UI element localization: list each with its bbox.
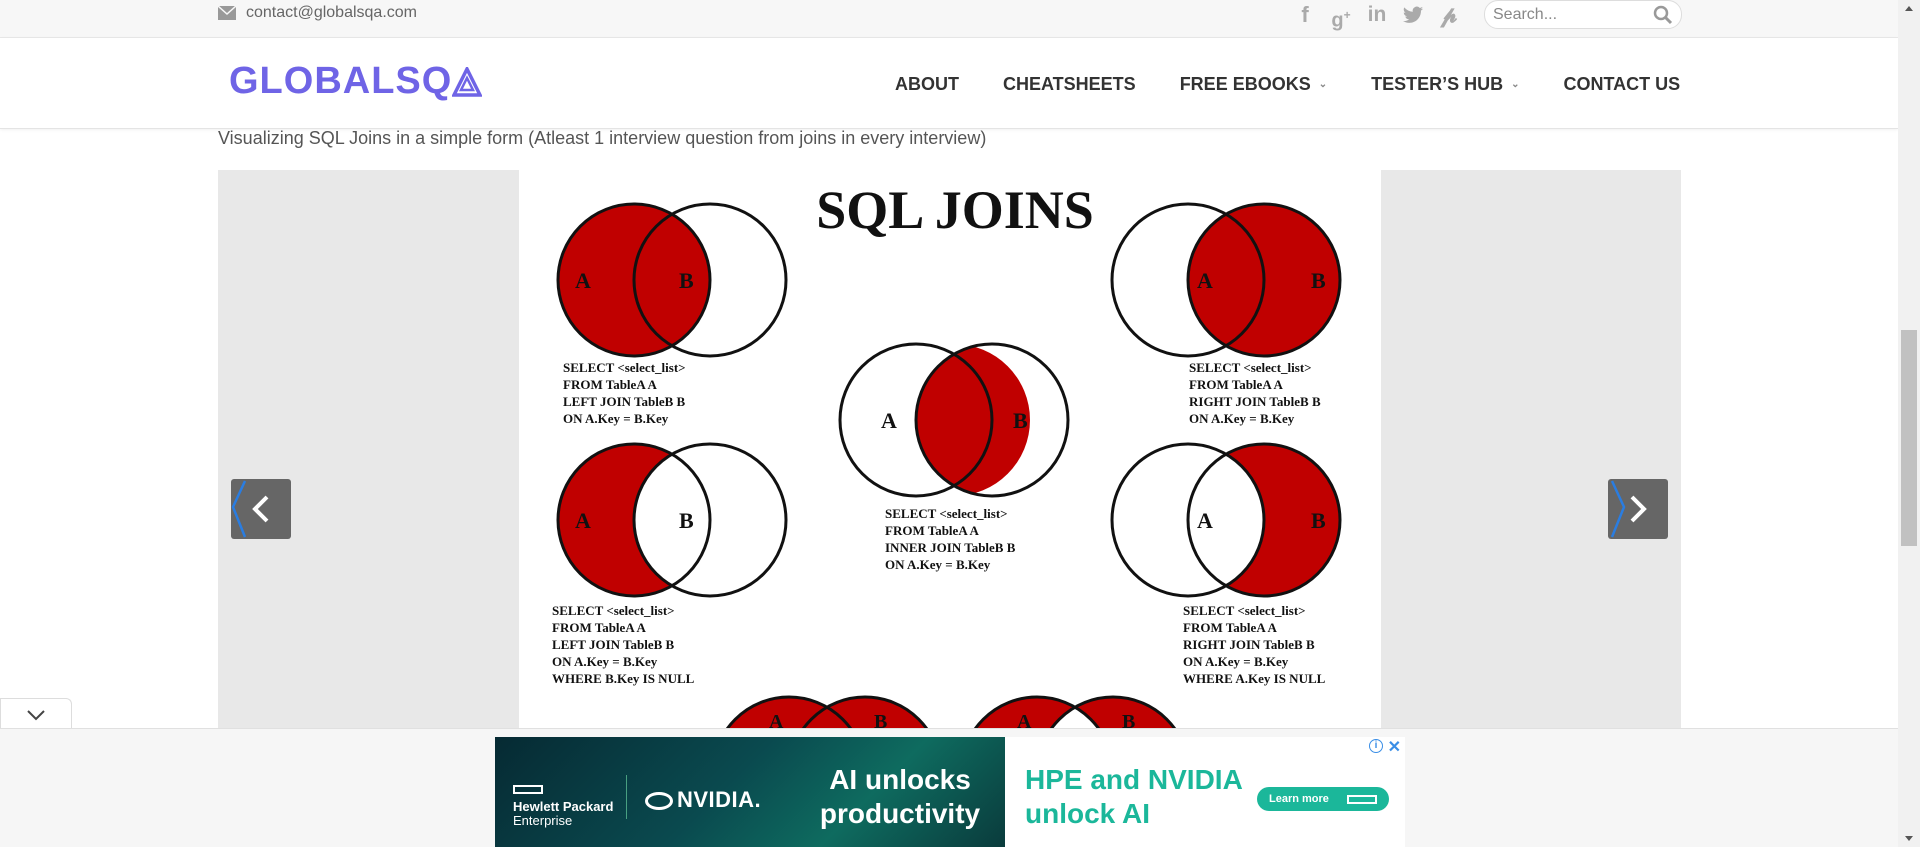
image-slider: SQL JOINS A B SELECT <select_list> FROM …	[218, 170, 1681, 728]
svg-text:LEFT JOIN TableB B: LEFT JOIN TableB B	[563, 394, 686, 409]
svg-text:B: B	[1311, 508, 1326, 533]
page-scrollbar[interactable]	[1898, 0, 1920, 847]
svg-text:SELECT <select_list>: SELECT <select_list>	[1183, 603, 1306, 618]
svg-text:A: A	[1017, 711, 1032, 728]
logo-triangle-icon	[452, 66, 483, 97]
diagram-title: SQL JOINS	[816, 180, 1094, 240]
venn-full-outer: A B	[725, 695, 929, 728]
ad-collapse-button[interactable]	[0, 698, 72, 728]
nav-testers-hub[interactable]: TESTER’S HUB ⌄	[1371, 74, 1519, 95]
svg-text:RIGHT JOIN TableB B: RIGHT JOIN TableB B	[1189, 394, 1321, 409]
social-links: f g+ in 𝓹	[1292, 2, 1462, 32]
svg-text:WHERE A.Key IS NULL: WHERE A.Key IS NULL	[1183, 671, 1326, 686]
venn-right-excluding: A B	[1110, 442, 1342, 598]
hpe-logo: Hewlett Packard Enterprise	[513, 785, 613, 828]
scrollbar-thumb[interactable]	[1901, 330, 1917, 546]
google-plus-icon[interactable]: g+	[1328, 2, 1354, 32]
svg-text:A: A	[575, 508, 591, 533]
search-input[interactable]	[1493, 4, 1643, 26]
search-icon[interactable]	[1653, 5, 1673, 25]
chevron-left-icon	[231, 480, 269, 538]
sql-joins-diagram: SQL JOINS A B SELECT <select_list> FROM …	[519, 170, 1381, 728]
nav-contact-us[interactable]: CONTACT US	[1564, 74, 1681, 95]
nav-cheatsheets[interactable]: CHEATSHEETS	[1003, 74, 1136, 95]
slider-prev-button[interactable]	[231, 479, 291, 539]
ad-learn-more-button[interactable]: Learn more	[1257, 787, 1389, 811]
search-box	[1484, 0, 1682, 29]
svg-text:LEFT JOIN TableB B: LEFT JOIN TableB B	[552, 637, 675, 652]
svg-text:A: A	[1197, 268, 1213, 293]
envelope-icon	[218, 6, 236, 20]
site-logo[interactable]: GLOBALSQ	[229, 60, 483, 103]
linkedin-icon[interactable]: in	[1364, 2, 1390, 28]
venn-inner-join: A B	[838, 342, 1070, 498]
venn-left-join: A B	[556, 202, 788, 358]
ad-close-icon[interactable]: ✕	[1388, 737, 1401, 757]
svg-text:WHERE B.Key IS NULL: WHERE B.Key IS NULL	[552, 671, 695, 686]
scroll-down-icon[interactable]	[1898, 830, 1920, 847]
facebook-icon[interactable]: f	[1292, 2, 1318, 28]
main-nav: ABOUT CHEATSHEETS FREE EBOOKS ⌄ TESTER’S …	[895, 74, 1724, 95]
svg-text:SELECT <select_list>: SELECT <select_list>	[552, 603, 675, 618]
ad-visual: Hewlett Packard Enterprise NVIDIA. AI un…	[495, 737, 1005, 847]
pinterest-icon[interactable]: 𝓹	[1436, 2, 1462, 28]
venn-right-join: A B	[1110, 202, 1342, 358]
nvidia-logo: NVIDIA.	[645, 787, 761, 813]
svg-text:FROM TableA A: FROM TableA A	[1189, 377, 1284, 392]
svg-text:B: B	[1122, 711, 1135, 728]
svg-text:INNER JOIN TableB B: INNER JOIN TableB B	[885, 540, 1016, 555]
top-bar: contact@globalsqa.com f g+ in 𝓹	[0, 0, 1898, 38]
svg-text:FROM TableA A: FROM TableA A	[552, 620, 647, 635]
svg-text:A: A	[1197, 508, 1213, 533]
ad-bar: Hewlett Packard Enterprise NVIDIA. AI un…	[0, 728, 1898, 847]
svg-text:ON A.Key = B.Key: ON A.Key = B.Key	[1183, 654, 1289, 669]
scroll-up-icon[interactable]	[1898, 0, 1920, 17]
svg-text:A: A	[881, 408, 897, 433]
ad-headline: AI unlocks productivity	[819, 764, 981, 829]
svg-text:ON A.Key = B.Key: ON A.Key = B.Key	[885, 557, 991, 572]
svg-text:ON A.Key = B.Key: ON A.Key = B.Key	[1189, 411, 1295, 426]
svg-text:A: A	[769, 711, 784, 728]
nav-free-ebooks[interactable]: FREE EBOOKS ⌄	[1180, 74, 1327, 95]
svg-text:ON A.Key = B.Key: ON A.Key = B.Key	[563, 411, 669, 426]
svg-text:SELECT <select_list>: SELECT <select_list>	[1189, 360, 1312, 375]
chevron-right-icon	[1610, 480, 1647, 538]
page: contact@globalsqa.com f g+ in 𝓹 GLOBALSQ	[0, 0, 1920, 847]
chevron-down-icon: ⌄	[1511, 79, 1520, 90]
svg-text:SELECT <select_list>: SELECT <select_list>	[885, 506, 1008, 521]
svg-text:B: B	[679, 268, 694, 293]
page-subtitle: Visualizing SQL Joins in a simple form (…	[218, 128, 987, 148]
venn-left-excluding: A B	[556, 442, 788, 598]
slider-next-button[interactable]	[1608, 479, 1668, 539]
ad-info-icon[interactable]: i	[1369, 739, 1383, 753]
nav-about[interactable]: ABOUT	[895, 74, 959, 95]
svg-text:FROM TableA A: FROM TableA A	[563, 377, 658, 392]
svg-text:B: B	[1013, 408, 1028, 433]
twitter-icon[interactable]	[1400, 2, 1426, 28]
svg-text:SELECT <select_list>: SELECT <select_list>	[563, 360, 686, 375]
site-header: GLOBALSQ ABOUT CHEATSHEETS FREE EBOOKS ⌄ …	[0, 38, 1898, 129]
chevron-down-icon	[27, 710, 45, 721]
svg-text:B: B	[874, 711, 887, 728]
banner-ad[interactable]: Hewlett Packard Enterprise NVIDIA. AI un…	[495, 737, 1405, 847]
svg-text:FROM TableA A: FROM TableA A	[1183, 620, 1278, 635]
svg-text:B: B	[679, 508, 694, 533]
venn-outer-excluding: A B	[973, 695, 1177, 728]
svg-text:RIGHT JOIN TableB B: RIGHT JOIN TableB B	[1183, 637, 1315, 652]
chevron-down-icon: ⌄	[1318, 79, 1328, 90]
logo-text: GLOBALSQ	[229, 60, 453, 102]
ad-right-headline: HPE and NVIDIA unlock AI	[1025, 764, 1242, 829]
svg-text:B: B	[1311, 268, 1326, 293]
svg-text:A: A	[575, 268, 591, 293]
contact-email[interactable]: contact@globalsqa.com	[246, 4, 417, 22]
svg-text:ON A.Key = B.Key: ON A.Key = B.Key	[552, 654, 658, 669]
svg-text:FROM TableA A: FROM TableA A	[885, 523, 980, 538]
